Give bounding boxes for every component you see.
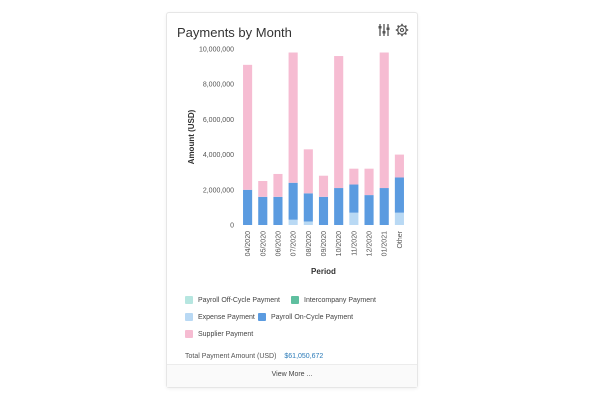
bar-segment: [288, 182, 298, 220]
x-tick-label: 01/2021: [382, 231, 389, 256]
x-tick-label: 07/2020: [291, 231, 298, 256]
bar-segment: [258, 181, 268, 197]
gear-icon[interactable]: [395, 23, 409, 37]
legend-item[interactable]: Expense Payment: [185, 313, 255, 321]
legend-label: Payroll On-Cycle Payment: [271, 313, 354, 321]
view-more-button[interactable]: View More ...: [167, 371, 417, 378]
legend-swatch: [185, 313, 193, 321]
legend-swatch: [185, 330, 193, 338]
x-tick-label: 06/2020: [275, 231, 282, 256]
bar-segment: [243, 189, 253, 225]
bar-segment: [394, 212, 404, 225]
payments-card: Payments by Month 0 2,000,000 4,000,000 …: [166, 12, 418, 388]
x-tick-label: 08/2020: [306, 231, 313, 256]
legend-item[interactable]: Payroll Off-Cycle Payment: [185, 296, 280, 304]
x-tick-label: 12/2020: [367, 231, 374, 256]
legend-swatch: [291, 296, 299, 304]
total-label: Total Payment Amount (USD): [185, 353, 277, 360]
legend-label: Intercompany Payment: [304, 296, 376, 304]
bar-segment: [303, 193, 313, 222]
bar-segment: [349, 168, 359, 185]
header-icons: [377, 23, 409, 37]
bar-segment: [379, 52, 389, 189]
bar-segment: [273, 196, 283, 225]
bar-segment: [318, 196, 329, 225]
bar-segment: [288, 219, 298, 225]
card-title: Payments by Month: [177, 25, 292, 40]
y-tick-label: 4,000,000: [203, 152, 234, 159]
bar-segment: [349, 184, 359, 213]
total-payment: Total Payment Amount (USD) $61,050,672: [185, 353, 323, 360]
bar-segment: [318, 175, 329, 197]
legend-label: Expense Payment: [198, 313, 255, 321]
y-tick-label: 0: [230, 223, 234, 230]
bar-segment: [394, 154, 404, 178]
bar-segment: [303, 149, 313, 194]
bar-segment: [364, 195, 374, 225]
x-tick-label: 09/2020: [321, 231, 328, 256]
y-tick-label: 2,000,000: [203, 187, 234, 194]
total-value[interactable]: $61,050,672: [284, 353, 323, 360]
y-tick-label: 10,000,000: [199, 47, 234, 54]
x-tick-label: 11/2020: [351, 231, 358, 256]
legend-item[interactable]: Intercompany Payment: [291, 296, 376, 304]
x-tick-label: Other: [397, 230, 404, 248]
x-axis-label: Period: [311, 267, 336, 276]
card-footer: View More ...: [167, 364, 417, 387]
x-tick-label: 04/2020: [245, 231, 252, 256]
y-tick-label: 6,000,000: [203, 117, 234, 124]
bar-segment: [334, 188, 344, 225]
chart-area: 0 2,000,000 4,000,000 6,000,000 8,000,000 10,…: [167, 45, 417, 281]
bar-segment: [379, 188, 389, 225]
filter-settings-icon[interactable]: [377, 23, 391, 37]
legend-swatch: [258, 313, 266, 321]
legend-swatch: [185, 296, 193, 304]
y-axis-label: Amount (USD): [187, 109, 196, 164]
bar-segment: [364, 168, 374, 196]
bar-segment: [288, 52, 298, 183]
bar-segment: [303, 221, 313, 225]
bar-segment: [258, 196, 268, 225]
legend-label: Supplier Payment: [198, 330, 254, 338]
legend-label: Payroll Off-Cycle Payment: [198, 296, 280, 304]
payments-chart: 0 2,000,000 4,000,000 6,000,000 8,000,000 10,…: [187, 47, 404, 276]
x-tick-label: 05/2020: [260, 231, 267, 256]
bar-segment: [394, 177, 404, 213]
bar-segment: [334, 56, 344, 189]
bar-segment: [243, 64, 253, 190]
legend-item[interactable]: Payroll On-Cycle Payment: [258, 313, 353, 321]
y-tick-label: 8,000,000: [203, 82, 234, 89]
x-tick-label: 10/2020: [336, 231, 343, 256]
legend-item[interactable]: Supplier Payment: [185, 330, 253, 338]
bar-segment: [349, 212, 359, 225]
bar-segment: [273, 173, 283, 197]
